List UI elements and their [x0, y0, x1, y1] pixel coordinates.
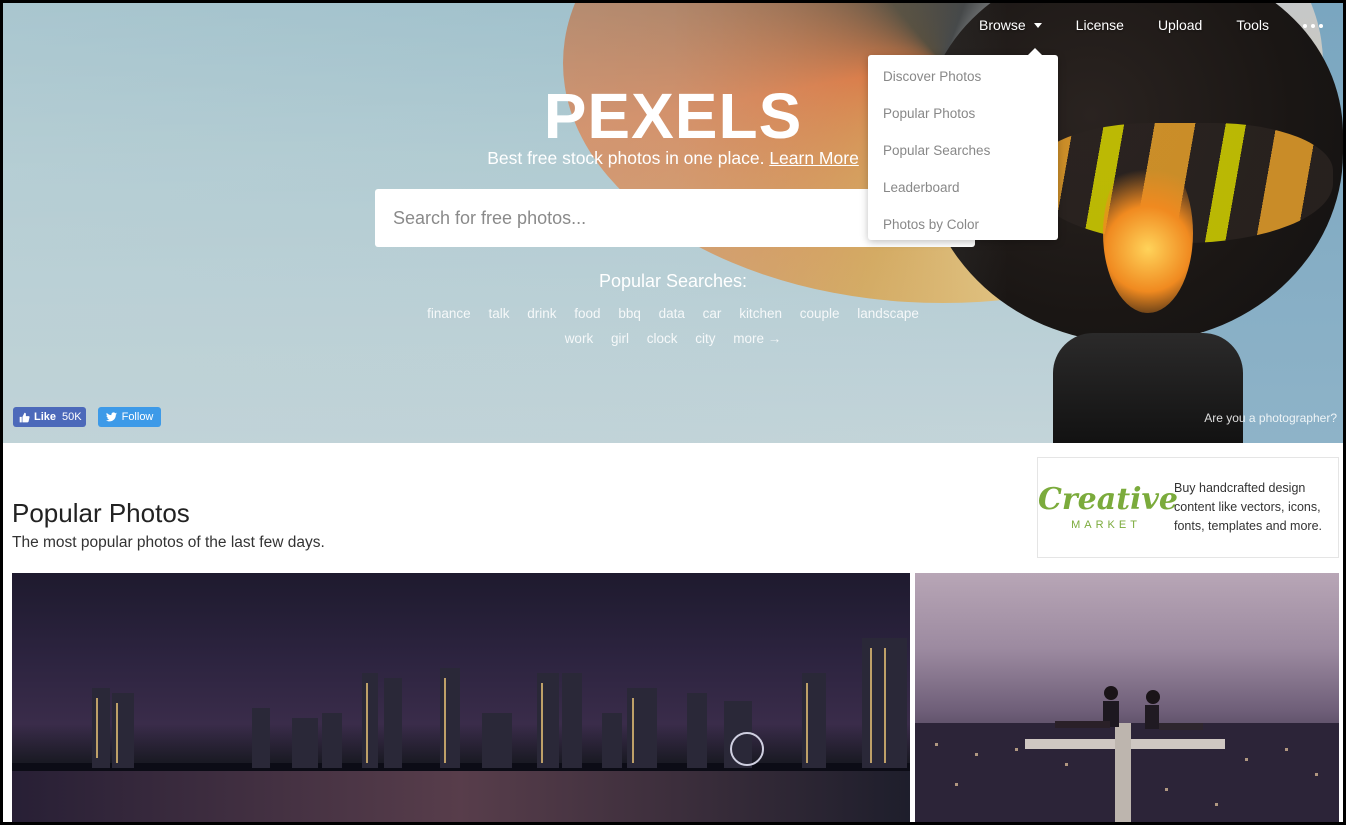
pexels-logo[interactable]: PEXELS	[3, 79, 1343, 153]
nav-upload[interactable]: Upload	[1158, 17, 1202, 33]
menu-item-popular-searches[interactable]: Popular Searches	[868, 137, 1058, 174]
facebook-like-label: Like	[34, 411, 57, 423]
creative-market-ad[interactable]: Creative MARKET Buy handcrafted design c…	[1037, 457, 1339, 558]
thumbs-up-icon	[19, 412, 30, 422]
tag-link[interactable]: car	[703, 306, 722, 321]
facebook-like-button[interactable]: Like 50K	[13, 407, 86, 427]
popular-searches-title: Popular Searches:	[598, 271, 748, 291]
tag-link[interactable]: bbq	[618, 306, 641, 321]
tag-link[interactable]: couple	[800, 306, 840, 321]
learn-more-link[interactable]: Learn More	[769, 148, 859, 168]
tag-link[interactable]: kitchen	[739, 306, 782, 321]
popular-tags-row-1: finance talk drink food bbq data car kit…	[3, 306, 1343, 321]
nav-browse[interactable]: Browse	[979, 17, 1042, 33]
twitter-follow-button[interactable]: Follow	[97, 407, 162, 427]
tag-link[interactable]: work	[565, 331, 594, 346]
tag-link[interactable]: girl	[611, 331, 629, 346]
menu-item-photos-by-color[interactable]: Photos by Color	[868, 211, 1058, 248]
tag-link[interactable]: city	[695, 331, 715, 346]
top-nav: Browse License Upload Tools	[945, 17, 1323, 33]
facebook-like-count: 50K	[60, 411, 82, 423]
tag-link[interactable]: data	[659, 306, 685, 321]
more-tags-link[interactable]: more →	[733, 331, 781, 346]
twitter-bird-icon	[105, 412, 117, 422]
nav-license[interactable]: License	[1076, 17, 1124, 33]
more-options-icon[interactable]	[1303, 22, 1323, 28]
nav-tools[interactable]: Tools	[1236, 17, 1269, 33]
social-buttons: Like 50K Follow	[13, 407, 162, 427]
menu-item-discover-photos[interactable]: Discover Photos	[868, 63, 1058, 100]
section-subtitle: The most popular photos of the last few …	[12, 534, 325, 551]
twitter-follow-label: Follow	[121, 411, 154, 423]
creative-market-logo: Creative MARKET	[1038, 481, 1178, 531]
menu-item-leaderboard[interactable]: Leaderboard	[868, 174, 1058, 211]
browse-dropdown-menu: Discover Photos Popular Photos Popular S…	[868, 48, 1058, 240]
ad-logo-script: Creative	[1038, 481, 1178, 517]
tag-link[interactable]: landscape	[857, 306, 919, 321]
photo-couple-rooftop[interactable]	[915, 573, 1339, 822]
menu-item-popular-photos[interactable]: Popular Photos	[868, 100, 1058, 137]
section-title: Popular Photos	[12, 498, 190, 528]
hero-tagline: Best free stock photos in one place. Lea…	[3, 148, 1343, 169]
tag-link[interactable]: talk	[488, 306, 509, 321]
popular-tags-row-2: work girl clock city more →	[3, 331, 1343, 346]
tag-link[interactable]: food	[574, 306, 600, 321]
ad-text: Buy handcrafted design content like vect…	[1174, 481, 1322, 533]
ad-logo-market: MARKET	[1071, 518, 1141, 531]
city-skyline-image	[12, 638, 910, 822]
tag-link[interactable]: drink	[527, 306, 556, 321]
nav-browse-label: Browse	[978, 17, 1026, 33]
tag-link[interactable]: finance	[427, 306, 471, 321]
caret-down-icon	[1033, 22, 1042, 28]
photo-city-skyline[interactable]	[12, 573, 910, 822]
page-frame: Browse License Upload Tools PEXELS Best …	[3, 3, 1343, 822]
hero-section: Browse License Upload Tools PEXELS Best …	[3, 3, 1343, 443]
couple-rooftop-image	[915, 686, 1339, 822]
tag-link[interactable]: clock	[647, 331, 678, 346]
photographer-link[interactable]: Are you a photographer?	[1204, 411, 1337, 425]
tagline-text: Best free stock photos in one place.	[487, 148, 765, 168]
